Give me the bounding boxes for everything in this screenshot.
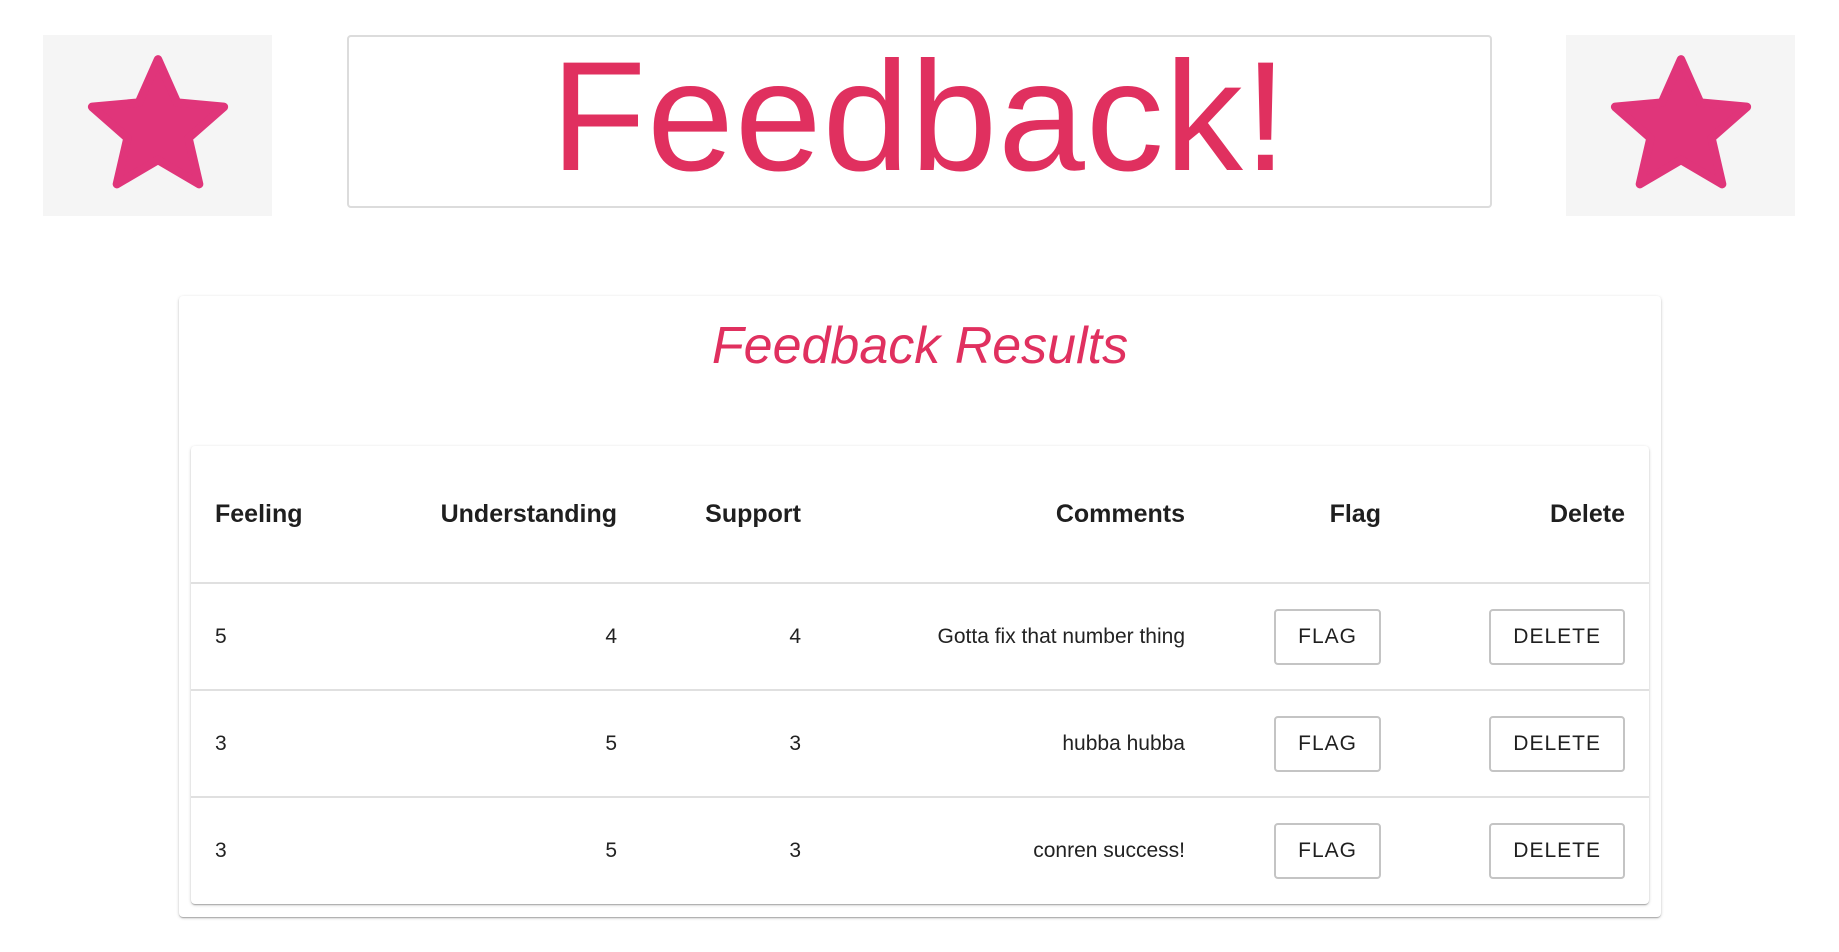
header-title-box: Feedback!: [347, 35, 1492, 208]
results-table: Feeling Understanding Support Comments F…: [191, 446, 1649, 904]
page-title: Feedback!: [550, 29, 1289, 204]
right-star-image: [1566, 35, 1795, 216]
flag-cell: FLAG: [1209, 797, 1405, 904]
flag-button[interactable]: FLAG: [1274, 823, 1381, 879]
flag-button[interactable]: FLAG: [1274, 715, 1381, 772]
table-header-row: Feeling Understanding Support Comments F…: [191, 446, 1649, 584]
comments-cell: conren success!: [1033, 839, 1185, 862]
delete-cell: DELETE: [1405, 797, 1649, 904]
left-star-image: [43, 35, 272, 216]
flag-cell: FLAG: [1209, 583, 1405, 691]
delete-button[interactable]: DELETE: [1489, 715, 1625, 772]
flag-cell: FLAG: [1209, 690, 1405, 798]
feeling-cell: 3: [191, 690, 351, 798]
flag-button[interactable]: FLAG: [1274, 608, 1381, 665]
delete-button[interactable]: DELETE: [1489, 823, 1625, 879]
table-row: 3 5 3 conren success! FLAG DELETE: [191, 797, 1649, 904]
star-icon: [1610, 54, 1751, 188]
table-row: 5 4 4 Gotta fix that number thing FLAG D…: [191, 583, 1649, 691]
results-table-container: Feeling Understanding Support Comments F…: [191, 446, 1649, 904]
delete-cell: DELETE: [1405, 583, 1649, 691]
delete-cell: DELETE: [1405, 690, 1649, 798]
table-row: 3 5 3 hubba hubba FLAG DELETE: [191, 690, 1649, 798]
support-cell: 3: [789, 839, 801, 862]
column-header-understanding: Understanding: [351, 446, 641, 584]
support-cell: 4: [641, 583, 825, 691]
understanding-cell: 4: [351, 583, 641, 691]
column-header-flag: Flag: [1209, 446, 1405, 584]
column-header-feeling: Feeling: [191, 446, 351, 584]
column-header-comments: Comments: [825, 446, 1209, 584]
delete-button[interactable]: DELETE: [1489, 608, 1625, 665]
feeling-cell: 5: [191, 583, 351, 691]
support-cell: 3: [641, 690, 825, 798]
comments-cell: Gotta fix that number thing: [825, 583, 1209, 691]
understanding-cell: 5: [605, 839, 617, 862]
star-icon: [87, 54, 228, 188]
column-header-delete: Delete: [1405, 446, 1649, 584]
column-header-support: Support: [641, 446, 825, 584]
understanding-cell: 5: [351, 690, 641, 798]
feeling-cell: 3: [215, 839, 227, 862]
results-title: Feedback Results: [711, 317, 1129, 375]
comments-cell: hubba hubba: [825, 690, 1209, 798]
results-card: Feedback Results Feeling Understanding S…: [179, 296, 1661, 917]
